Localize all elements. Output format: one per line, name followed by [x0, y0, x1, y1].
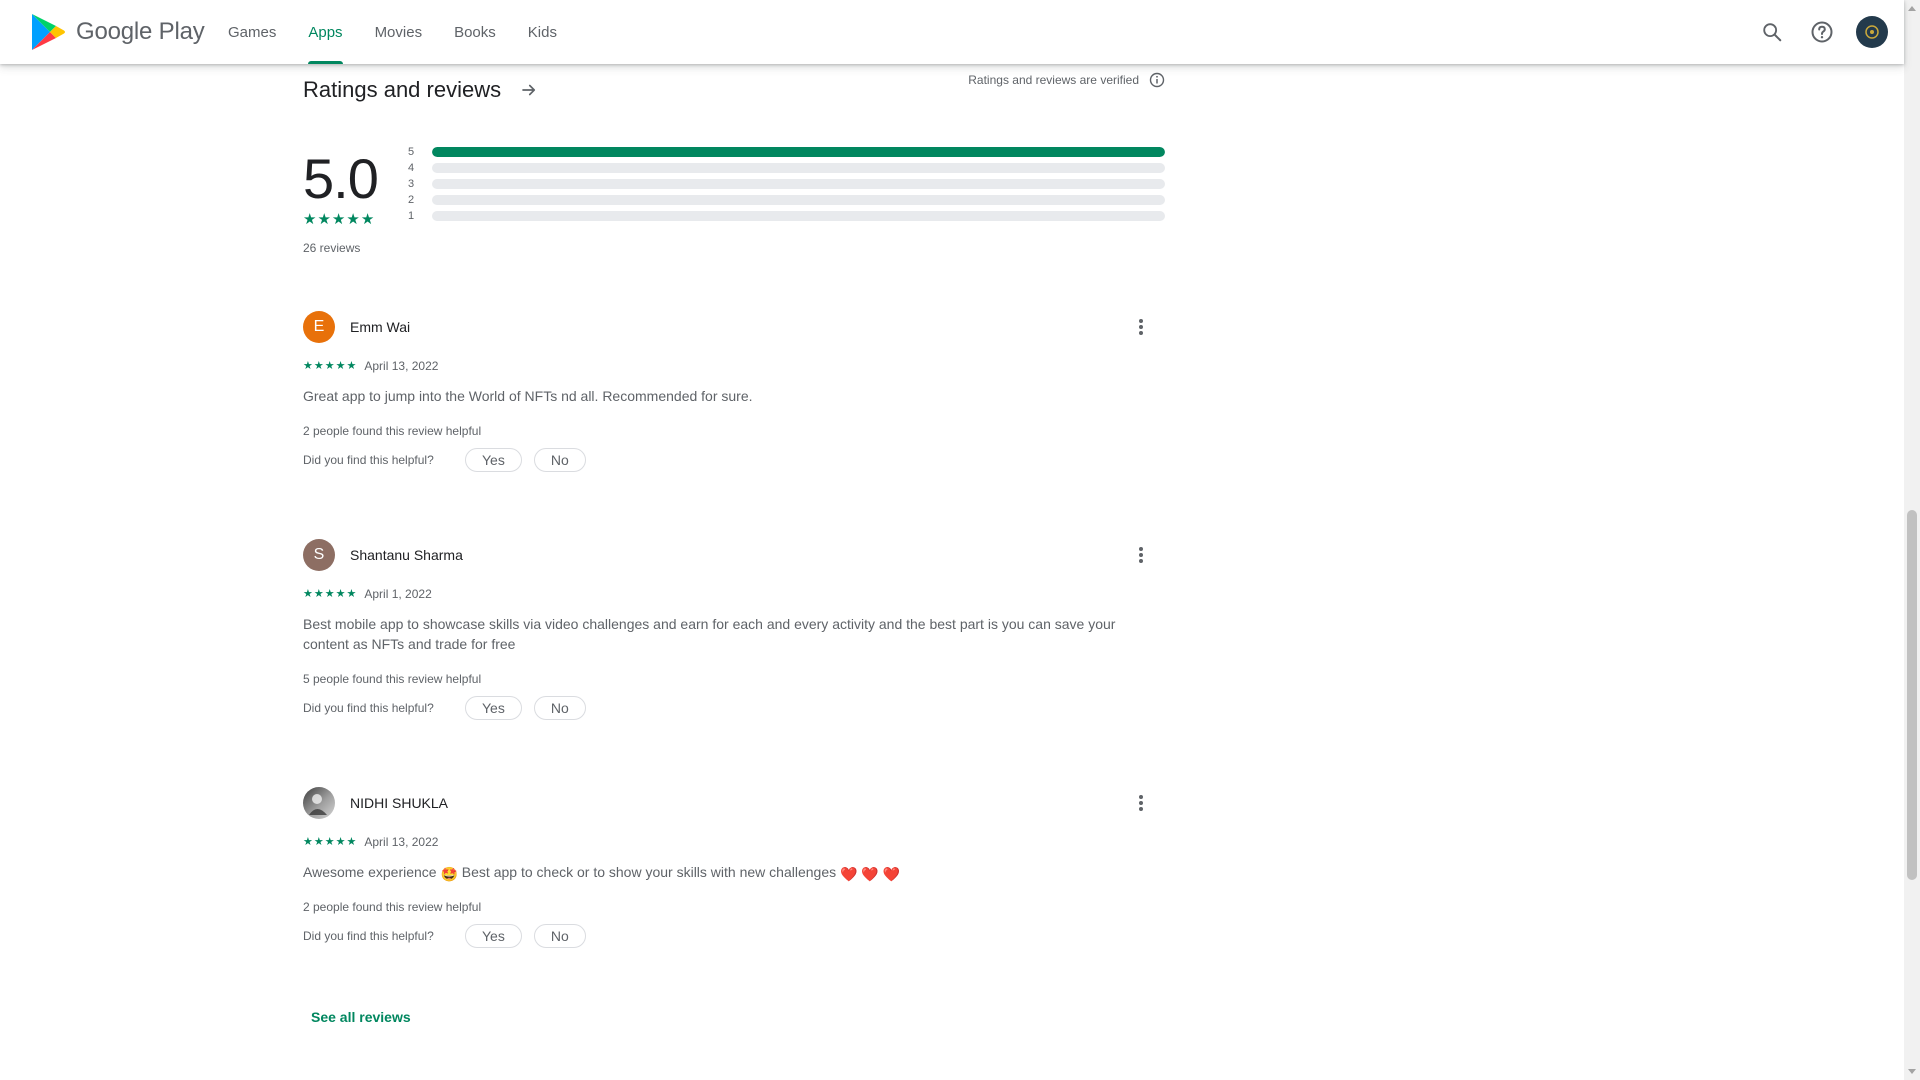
distribution-row: 5	[408, 144, 1165, 160]
avatar: E	[303, 311, 335, 343]
helpful-prompt: Did you find this helpful? Yes No	[303, 448, 598, 472]
bar-track	[432, 147, 1165, 157]
verified-note: Ratings and reviews are verified	[968, 72, 1165, 88]
distribution-row: 1	[408, 208, 1165, 224]
review-header: NIDHI SHUKLA	[303, 786, 1165, 820]
info-icon[interactable]	[1149, 72, 1165, 88]
help-icon[interactable]	[1806, 16, 1838, 48]
review-text-part: Best app to check or to show your skills…	[457, 864, 840, 880]
review-text-part: Awesome experience	[303, 864, 441, 880]
more-vert-icon[interactable]	[1129, 315, 1153, 339]
review-meta: ★ ★ ★ ★ ★ April 13, 2022	[303, 835, 438, 849]
top-app-bar: Google Play Games Apps Movies Books Kids	[0, 0, 1904, 64]
page-scrollbar[interactable]	[1904, 0, 1920, 1080]
distribution-row: 2	[408, 192, 1165, 208]
see-all-reviews-link[interactable]: See all reviews	[303, 999, 418, 1035]
rating-summary: 5.0 ★ ★ ★ ★ ★ 26 reviews 5 4 3 2 1	[303, 144, 1165, 255]
play-logo-icon	[32, 14, 65, 50]
star-icon: ★	[317, 211, 331, 228]
bar-label: 2	[408, 194, 415, 206]
bar-track	[432, 163, 1165, 173]
review-stars: ★ ★ ★ ★ ★	[303, 836, 357, 848]
more-vert-icon[interactable]	[1129, 543, 1153, 567]
review-date: April 13, 2022	[364, 359, 439, 373]
header-actions	[1756, 0, 1888, 64]
no-button[interactable]: No	[533, 696, 586, 720]
review-stars: ★ ★ ★ ★ ★	[303, 588, 357, 600]
average-rating: 5.0	[303, 147, 379, 210]
nav-apps[interactable]: Apps	[292, 0, 358, 64]
bar-label: 3	[408, 178, 415, 190]
review-count: 26 reviews	[303, 241, 361, 255]
helpful-count: 5 people found this review helpful	[303, 672, 482, 686]
star-icon: ★	[331, 211, 346, 228]
reviewer-name: Shantanu Sharma	[350, 547, 463, 563]
more-vert-icon[interactable]	[1129, 791, 1153, 815]
profile-photo-icon	[309, 794, 327, 815]
bar-label: 4	[408, 162, 415, 174]
star-struck-emoji-icon: 🤩	[440, 866, 458, 882]
review-meta: ★ ★ ★ ★ ★ April 13, 2022	[303, 359, 438, 373]
logo-text: Google Play	[76, 18, 205, 45]
nav-movies[interactable]: Movies	[359, 0, 439, 64]
review-text: Awesome experience 🤩 Best app to check o…	[303, 862, 1165, 884]
bar-track	[432, 211, 1165, 221]
google-play-logo[interactable]: Google Play	[30, 12, 205, 52]
star-icon: ★	[346, 211, 360, 228]
bar-track	[432, 195, 1165, 205]
review-date: April 1, 2022	[364, 587, 432, 601]
no-button[interactable]: No	[533, 924, 586, 948]
reviewer-name: NIDHI SHUKLA	[350, 795, 449, 811]
helpful-question: Did you find this helpful?	[303, 701, 434, 715]
review-meta: ★ ★ ★ ★ ★ April 1, 2022	[303, 587, 432, 601]
bar-track	[432, 179, 1165, 189]
helpful-prompt: Did you find this helpful? Yes No	[303, 696, 598, 720]
reviewer-name: Emm Wai	[350, 319, 411, 335]
review-stars: ★ ★ ★ ★ ★	[303, 360, 357, 372]
average-stars: ★ ★ ★ ★ ★	[303, 212, 374, 228]
bar-label: 1	[408, 210, 415, 222]
nav-books[interactable]: Books	[438, 0, 512, 64]
avatar: S	[303, 539, 335, 571]
nav-games[interactable]: Games	[212, 0, 292, 64]
verified-text: Ratings and reviews are verified	[968, 73, 1139, 87]
review-text: Great app to jump into the World of NFTs…	[303, 388, 753, 404]
yes-button[interactable]: Yes	[465, 924, 522, 948]
top-nav: Games Apps Movies Books Kids	[212, 0, 573, 64]
yes-button[interactable]: Yes	[465, 696, 522, 720]
heart-emoji-icon: ❤️	[840, 866, 858, 882]
review-text: Best mobile app to showcase skills via v…	[303, 616, 1116, 652]
bar-label: 5	[408, 146, 415, 158]
yes-button[interactable]: Yes	[465, 448, 522, 472]
helpful-question: Did you find this helpful?	[303, 453, 434, 467]
helpful-prompt: Did you find this helpful? Yes No	[303, 924, 598, 948]
helpful-question: Did you find this helpful?	[303, 929, 434, 943]
account-avatar[interactable]	[1856, 16, 1888, 48]
bar-fill	[432, 147, 1165, 157]
helpful-count: 2 people found this review helpful	[303, 900, 482, 914]
star-icon: ★	[303, 211, 317, 228]
scroll-thumb[interactable]	[1907, 510, 1917, 880]
helpful-count: 2 people found this review helpful	[303, 424, 482, 438]
arrow-right-icon[interactable]	[515, 76, 543, 104]
review-date: April 13, 2022	[364, 835, 439, 849]
heart-emoji-icon: ❤️	[882, 866, 901, 882]
review-header: S Shantanu Sharma	[303, 538, 1165, 572]
scroll-down-icon[interactable]	[1908, 1069, 1916, 1074]
nav-kids[interactable]: Kids	[512, 0, 573, 64]
avatar	[303, 787, 335, 819]
review-header: E Emm Wai	[303, 310, 1165, 344]
heart-emoji-icon: ❤️	[861, 866, 879, 882]
distribution-row: 4	[408, 160, 1165, 176]
search-icon[interactable]	[1756, 16, 1788, 48]
section-title: Ratings and reviews	[303, 77, 502, 102]
no-button[interactable]: No	[533, 448, 586, 472]
scroll-up-icon[interactable]	[1908, 6, 1916, 11]
star-icon: ★	[360, 211, 375, 228]
distribution-row: 3	[408, 176, 1165, 192]
